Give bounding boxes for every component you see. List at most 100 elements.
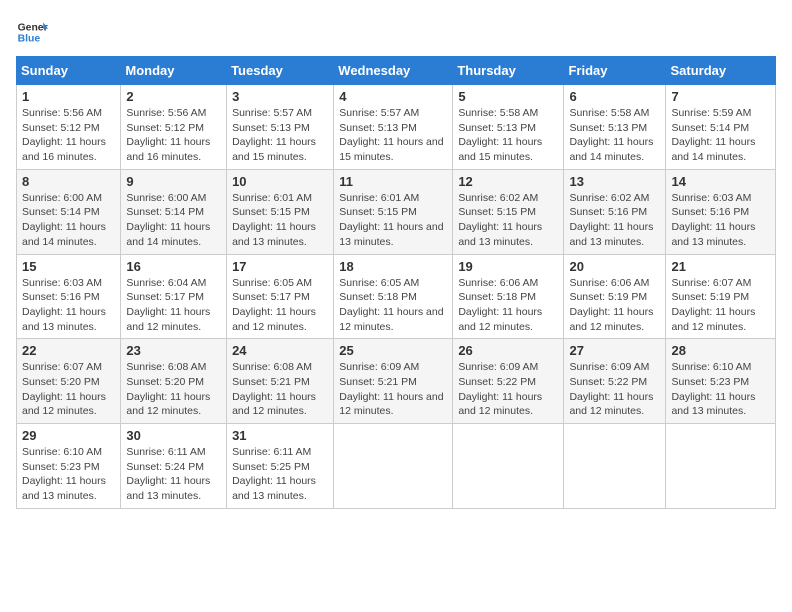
day-info: Sunrise: 6:09 AM Sunset: 5:22 PM Dayligh… bbox=[569, 360, 660, 419]
day-info: Sunrise: 6:07 AM Sunset: 5:19 PM Dayligh… bbox=[671, 276, 770, 335]
day-info: Sunrise: 5:58 AM Sunset: 5:13 PM Dayligh… bbox=[458, 106, 558, 165]
calendar-header-row: SundayMondayTuesdayWednesdayThursdayFrid… bbox=[17, 57, 776, 85]
day-info: Sunrise: 6:08 AM Sunset: 5:20 PM Dayligh… bbox=[126, 360, 221, 419]
calendar-cell: 15 Sunrise: 6:03 AM Sunset: 5:16 PM Dayl… bbox=[17, 254, 121, 339]
calendar-cell: 10 Sunrise: 6:01 AM Sunset: 5:15 PM Dayl… bbox=[227, 169, 334, 254]
day-info: Sunrise: 6:03 AM Sunset: 5:16 PM Dayligh… bbox=[671, 191, 770, 250]
calendar-cell: 25 Sunrise: 6:09 AM Sunset: 5:21 PM Dayl… bbox=[334, 339, 453, 424]
day-number: 4 bbox=[339, 89, 447, 104]
calendar-cell: 28 Sunrise: 6:10 AM Sunset: 5:23 PM Dayl… bbox=[666, 339, 776, 424]
day-number: 2 bbox=[126, 89, 221, 104]
day-info: Sunrise: 5:58 AM Sunset: 5:13 PM Dayligh… bbox=[569, 106, 660, 165]
col-header-wednesday: Wednesday bbox=[334, 57, 453, 85]
day-number: 15 bbox=[22, 259, 115, 274]
header: General Blue bbox=[16, 16, 776, 48]
calendar-cell: 3 Sunrise: 5:57 AM Sunset: 5:13 PM Dayli… bbox=[227, 85, 334, 170]
day-number: 8 bbox=[22, 174, 115, 189]
calendar-cell bbox=[666, 424, 776, 509]
day-number: 1 bbox=[22, 89, 115, 104]
day-number: 23 bbox=[126, 343, 221, 358]
day-number: 7 bbox=[671, 89, 770, 104]
calendar-cell: 23 Sunrise: 6:08 AM Sunset: 5:20 PM Dayl… bbox=[121, 339, 227, 424]
calendar-cell: 27 Sunrise: 6:09 AM Sunset: 5:22 PM Dayl… bbox=[564, 339, 666, 424]
calendar-cell: 29 Sunrise: 6:10 AM Sunset: 5:23 PM Dayl… bbox=[17, 424, 121, 509]
col-header-sunday: Sunday bbox=[17, 57, 121, 85]
calendar-cell: 8 Sunrise: 6:00 AM Sunset: 5:14 PM Dayli… bbox=[17, 169, 121, 254]
day-number: 30 bbox=[126, 428, 221, 443]
calendar-cell bbox=[334, 424, 453, 509]
day-info: Sunrise: 6:03 AM Sunset: 5:16 PM Dayligh… bbox=[22, 276, 115, 335]
day-info: Sunrise: 6:10 AM Sunset: 5:23 PM Dayligh… bbox=[22, 445, 115, 504]
day-info: Sunrise: 6:08 AM Sunset: 5:21 PM Dayligh… bbox=[232, 360, 328, 419]
day-info: Sunrise: 6:10 AM Sunset: 5:23 PM Dayligh… bbox=[671, 360, 770, 419]
col-header-friday: Friday bbox=[564, 57, 666, 85]
day-number: 3 bbox=[232, 89, 328, 104]
day-info: Sunrise: 6:00 AM Sunset: 5:14 PM Dayligh… bbox=[126, 191, 221, 250]
day-number: 31 bbox=[232, 428, 328, 443]
day-info: Sunrise: 5:57 AM Sunset: 5:13 PM Dayligh… bbox=[232, 106, 328, 165]
calendar-cell: 4 Sunrise: 5:57 AM Sunset: 5:13 PM Dayli… bbox=[334, 85, 453, 170]
day-info: Sunrise: 6:05 AM Sunset: 5:17 PM Dayligh… bbox=[232, 276, 328, 335]
logo-icon: General Blue bbox=[16, 16, 48, 48]
calendar-cell: 16 Sunrise: 6:04 AM Sunset: 5:17 PM Dayl… bbox=[121, 254, 227, 339]
calendar-cell: 21 Sunrise: 6:07 AM Sunset: 5:19 PM Dayl… bbox=[666, 254, 776, 339]
day-number: 24 bbox=[232, 343, 328, 358]
day-info: Sunrise: 5:56 AM Sunset: 5:12 PM Dayligh… bbox=[22, 106, 115, 165]
calendar-cell: 2 Sunrise: 5:56 AM Sunset: 5:12 PM Dayli… bbox=[121, 85, 227, 170]
calendar-week-3: 15 Sunrise: 6:03 AM Sunset: 5:16 PM Dayl… bbox=[17, 254, 776, 339]
day-number: 21 bbox=[671, 259, 770, 274]
day-number: 20 bbox=[569, 259, 660, 274]
day-info: Sunrise: 6:02 AM Sunset: 5:16 PM Dayligh… bbox=[569, 191, 660, 250]
day-number: 22 bbox=[22, 343, 115, 358]
day-info: Sunrise: 5:57 AM Sunset: 5:13 PM Dayligh… bbox=[339, 106, 447, 165]
day-number: 26 bbox=[458, 343, 558, 358]
calendar-cell: 14 Sunrise: 6:03 AM Sunset: 5:16 PM Dayl… bbox=[666, 169, 776, 254]
calendar-cell: 20 Sunrise: 6:06 AM Sunset: 5:19 PM Dayl… bbox=[564, 254, 666, 339]
calendar-cell: 30 Sunrise: 6:11 AM Sunset: 5:24 PM Dayl… bbox=[121, 424, 227, 509]
day-number: 9 bbox=[126, 174, 221, 189]
calendar-cell: 31 Sunrise: 6:11 AM Sunset: 5:25 PM Dayl… bbox=[227, 424, 334, 509]
day-info: Sunrise: 6:00 AM Sunset: 5:14 PM Dayligh… bbox=[22, 191, 115, 250]
day-info: Sunrise: 5:59 AM Sunset: 5:14 PM Dayligh… bbox=[671, 106, 770, 165]
calendar-cell: 26 Sunrise: 6:09 AM Sunset: 5:22 PM Dayl… bbox=[453, 339, 564, 424]
calendar-table: SundayMondayTuesdayWednesdayThursdayFrid… bbox=[16, 56, 776, 509]
day-info: Sunrise: 6:01 AM Sunset: 5:15 PM Dayligh… bbox=[232, 191, 328, 250]
calendar-cell bbox=[564, 424, 666, 509]
day-number: 13 bbox=[569, 174, 660, 189]
day-number: 14 bbox=[671, 174, 770, 189]
calendar-cell bbox=[453, 424, 564, 509]
calendar-cell: 9 Sunrise: 6:00 AM Sunset: 5:14 PM Dayli… bbox=[121, 169, 227, 254]
day-info: Sunrise: 6:05 AM Sunset: 5:18 PM Dayligh… bbox=[339, 276, 447, 335]
day-info: Sunrise: 6:06 AM Sunset: 5:19 PM Dayligh… bbox=[569, 276, 660, 335]
calendar-week-2: 8 Sunrise: 6:00 AM Sunset: 5:14 PM Dayli… bbox=[17, 169, 776, 254]
day-info: Sunrise: 6:06 AM Sunset: 5:18 PM Dayligh… bbox=[458, 276, 558, 335]
calendar-cell: 24 Sunrise: 6:08 AM Sunset: 5:21 PM Dayl… bbox=[227, 339, 334, 424]
day-info: Sunrise: 6:11 AM Sunset: 5:25 PM Dayligh… bbox=[232, 445, 328, 504]
calendar-cell: 17 Sunrise: 6:05 AM Sunset: 5:17 PM Dayl… bbox=[227, 254, 334, 339]
calendar-cell: 13 Sunrise: 6:02 AM Sunset: 5:16 PM Dayl… bbox=[564, 169, 666, 254]
day-number: 11 bbox=[339, 174, 447, 189]
day-info: Sunrise: 6:09 AM Sunset: 5:21 PM Dayligh… bbox=[339, 360, 447, 419]
day-number: 5 bbox=[458, 89, 558, 104]
day-info: Sunrise: 6:01 AM Sunset: 5:15 PM Dayligh… bbox=[339, 191, 447, 250]
day-number: 25 bbox=[339, 343, 447, 358]
calendar-cell: 18 Sunrise: 6:05 AM Sunset: 5:18 PM Dayl… bbox=[334, 254, 453, 339]
day-number: 29 bbox=[22, 428, 115, 443]
col-header-thursday: Thursday bbox=[453, 57, 564, 85]
calendar-cell: 19 Sunrise: 6:06 AM Sunset: 5:18 PM Dayl… bbox=[453, 254, 564, 339]
day-number: 16 bbox=[126, 259, 221, 274]
calendar-body: 1 Sunrise: 5:56 AM Sunset: 5:12 PM Dayli… bbox=[17, 85, 776, 509]
day-number: 18 bbox=[339, 259, 447, 274]
day-number: 19 bbox=[458, 259, 558, 274]
calendar-cell: 11 Sunrise: 6:01 AM Sunset: 5:15 PM Dayl… bbox=[334, 169, 453, 254]
calendar-cell: 12 Sunrise: 6:02 AM Sunset: 5:15 PM Dayl… bbox=[453, 169, 564, 254]
logo: General Blue bbox=[16, 16, 48, 48]
svg-text:Blue: Blue bbox=[18, 34, 41, 45]
col-header-tuesday: Tuesday bbox=[227, 57, 334, 85]
day-info: Sunrise: 5:56 AM Sunset: 5:12 PM Dayligh… bbox=[126, 106, 221, 165]
calendar-cell: 1 Sunrise: 5:56 AM Sunset: 5:12 PM Dayli… bbox=[17, 85, 121, 170]
calendar-week-5: 29 Sunrise: 6:10 AM Sunset: 5:23 PM Dayl… bbox=[17, 424, 776, 509]
day-number: 17 bbox=[232, 259, 328, 274]
day-number: 27 bbox=[569, 343, 660, 358]
calendar-week-1: 1 Sunrise: 5:56 AM Sunset: 5:12 PM Dayli… bbox=[17, 85, 776, 170]
